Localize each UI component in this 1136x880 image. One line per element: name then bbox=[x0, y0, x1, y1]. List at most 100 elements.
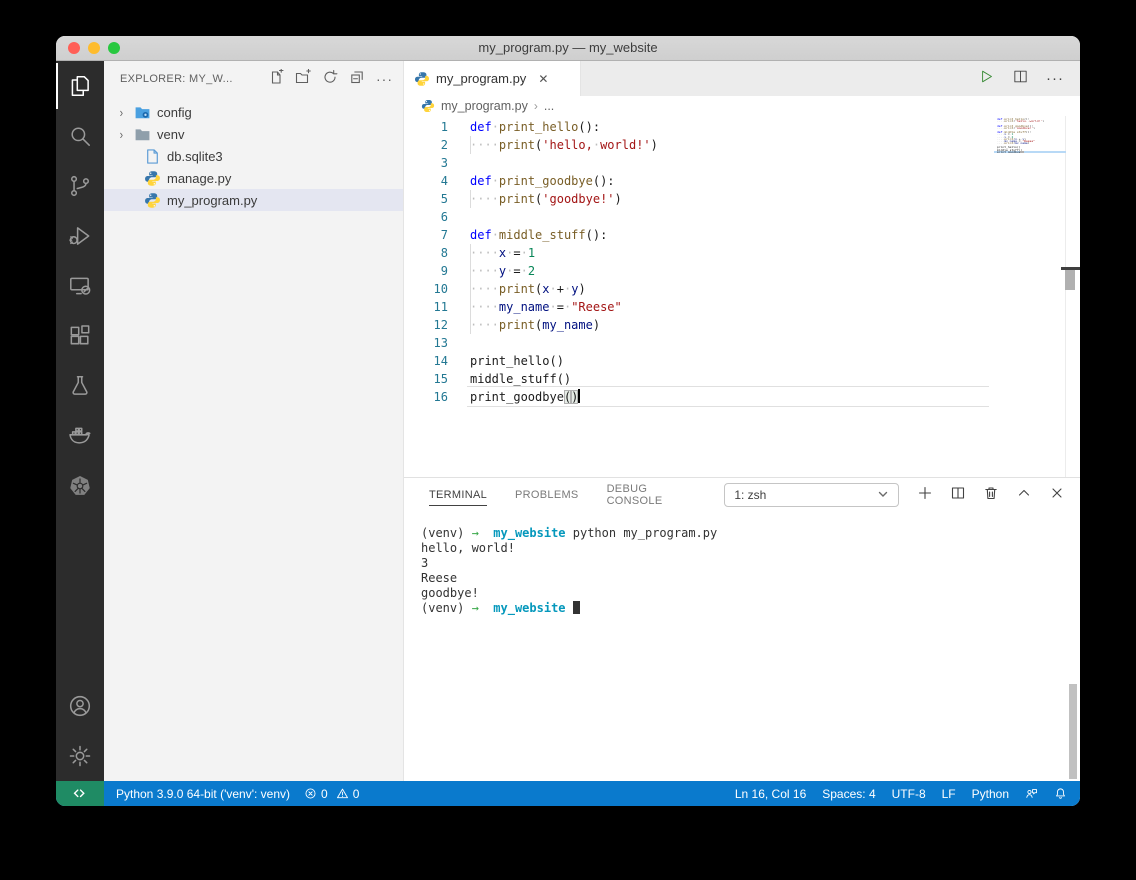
tab-my-program[interactable]: my_program.py ✕ bbox=[404, 61, 581, 96]
bell-icon bbox=[1056, 788, 1065, 799]
code-line-6[interactable]: 6 bbox=[404, 208, 1080, 226]
terminal-scrollbar[interactable] bbox=[1069, 684, 1077, 779]
code-line-12[interactable]: 12 ····print(my_name) bbox=[404, 316, 1080, 334]
activity-kubernetes[interactable] bbox=[56, 461, 104, 511]
warning-count: 0 bbox=[352, 786, 360, 801]
activity-account[interactable] bbox=[56, 681, 104, 731]
editor-more-actions-button[interactable]: ··· bbox=[1046, 70, 1064, 87]
line-number: 14 bbox=[433, 354, 448, 368]
error-icon bbox=[305, 788, 316, 799]
terminal-output[interactable]: (venv) → my_website python my_program.py… bbox=[404, 512, 1080, 781]
explorer-sidebar: EXPLORER: MY_W... ··· › config › venv db.sql… bbox=[104, 61, 404, 781]
code-line-13[interactable]: 13 bbox=[404, 334, 1080, 352]
collapse-all-icon bbox=[351, 70, 363, 83]
line-number: 13 bbox=[433, 336, 448, 350]
notifications-button[interactable] bbox=[1054, 787, 1067, 800]
activity-docker[interactable] bbox=[56, 411, 104, 461]
code-line-1[interactable]: 1 def·print_hello(): bbox=[404, 118, 1080, 136]
terminal-line: goodbye! bbox=[421, 586, 479, 600]
split-terminal-button[interactable] bbox=[950, 485, 966, 506]
eol-status[interactable]: LF bbox=[942, 787, 956, 801]
refresh-button[interactable] bbox=[322, 69, 338, 90]
new-file-button[interactable] bbox=[268, 67, 284, 90]
plus-icon bbox=[918, 486, 932, 499]
remote-icon bbox=[73, 788, 85, 797]
breadcrumb-file[interactable]: my_program.py bbox=[441, 99, 528, 113]
run-python-file-button[interactable] bbox=[978, 68, 995, 90]
folder-config-icon bbox=[134, 104, 151, 121]
minimap[interactable]: def·print_hello(): ····print('hello,·worl… bbox=[994, 118, 1066, 153]
line-number: 6 bbox=[440, 210, 448, 224]
panel-tab-problems[interactable]: PROBLEMS bbox=[515, 485, 579, 505]
code-line-8[interactable]: 8 ····x·=·1 bbox=[404, 244, 1080, 262]
titlebar[interactable]: my_program.py — my_website bbox=[56, 36, 1080, 61]
activity-search[interactable] bbox=[56, 111, 104, 161]
encoding-status[interactable]: UTF-8 bbox=[892, 787, 926, 801]
activity-run-debug[interactable] bbox=[56, 211, 104, 261]
file-row-config[interactable]: › config bbox=[104, 101, 403, 123]
code-line-10[interactable]: 10 ····print(x·+·y) bbox=[404, 280, 1080, 298]
activity-explorer[interactable] bbox=[56, 61, 104, 111]
breadcrumb-more[interactable]: ... bbox=[544, 99, 554, 113]
code-line-7[interactable]: 7 def·middle_stuff(): bbox=[404, 226, 1080, 244]
file-row-venv[interactable]: › venv bbox=[104, 123, 403, 145]
new-folder-button[interactable] bbox=[295, 68, 311, 90]
activity-extensions[interactable] bbox=[56, 311, 104, 361]
editor-tab-bar: my_program.py ✕ ··· bbox=[404, 61, 1080, 96]
remote-indicator[interactable] bbox=[56, 781, 104, 806]
activity-remote-explorer[interactable] bbox=[56, 261, 104, 311]
line-number: 8 bbox=[440, 246, 448, 260]
file-row-db.sqlite3[interactable]: db.sqlite3 bbox=[104, 145, 403, 167]
collapse-folders-button[interactable] bbox=[349, 69, 365, 90]
file-row-my_program.py[interactable]: my_program.py bbox=[104, 189, 403, 211]
close-tab-icon[interactable]: ✕ bbox=[538, 72, 548, 86]
python-icon bbox=[144, 192, 161, 209]
new-terminal-button[interactable] bbox=[917, 485, 933, 506]
account-icon bbox=[69, 695, 91, 717]
close-panel-button[interactable] bbox=[1049, 485, 1065, 506]
code-editor[interactable]: 1 def·print_hello(): 2 ····print('hello,·wo… bbox=[404, 116, 1080, 477]
activity-source-control[interactable] bbox=[56, 161, 104, 211]
line-number: 16 bbox=[433, 390, 448, 404]
code-line-5[interactable]: 5 ····print('goodbye!') bbox=[404, 190, 1080, 208]
editor-scrollbar-slider[interactable] bbox=[1065, 270, 1075, 290]
indentation-status[interactable]: Spaces: 4 bbox=[822, 787, 875, 801]
kill-terminal-button[interactable] bbox=[983, 485, 999, 506]
play-icon bbox=[982, 70, 992, 82]
code-line-14[interactable]: 14 print_hello() bbox=[404, 352, 1080, 370]
code-line-4[interactable]: 4 def·print_goodbye(): bbox=[404, 172, 1080, 190]
code-line-15[interactable]: 15 middle_stuff() bbox=[404, 370, 1080, 388]
line-number: 4 bbox=[440, 174, 448, 188]
language-mode-status[interactable]: Python bbox=[972, 787, 1009, 801]
activity-settings[interactable] bbox=[56, 731, 104, 781]
problems-status[interactable]: 0 0 bbox=[304, 787, 359, 801]
kubernetes-icon bbox=[70, 476, 90, 495]
code-line-2[interactable]: 2 ····print('hello,·world!') bbox=[404, 136, 1080, 154]
code-line-3[interactable]: 3 bbox=[404, 154, 1080, 172]
terminal-cursor bbox=[572, 601, 580, 614]
file-row-manage.py[interactable]: manage.py bbox=[104, 167, 403, 189]
code-line-9[interactable]: 9 ····y·=·2 bbox=[404, 262, 1080, 280]
panel-tab-debug-console[interactable]: DEBUG CONSOLE bbox=[607, 479, 697, 511]
shell-select[interactable]: 1: zsh bbox=[724, 483, 899, 507]
file-tree: › config › venv db.sqlite3 manage.py my_progra… bbox=[104, 97, 403, 211]
breadcrumb[interactable]: my_program.py › ... bbox=[404, 96, 1080, 116]
chevron-right-icon[interactable]: › bbox=[120, 105, 133, 120]
maximize-panel-button[interactable] bbox=[1016, 485, 1032, 506]
chevron-right-icon[interactable]: › bbox=[120, 127, 133, 142]
feedback-button[interactable] bbox=[1025, 787, 1038, 800]
views-more-button[interactable]: ··· bbox=[376, 72, 393, 86]
explorer-title: EXPLORER: MY_W... bbox=[120, 73, 233, 85]
cursor-position-status[interactable]: Ln 16, Col 16 bbox=[735, 787, 806, 801]
python-interpreter-status[interactable]: Python 3.9.0 64-bit ('venv': venv) bbox=[116, 787, 290, 801]
bottom-panel: TERMINALPROBLEMSDEBUG CONSOLE 1: zsh ( bbox=[404, 477, 1080, 781]
code-line-11[interactable]: 11 ····my_name·=·"Reese" bbox=[404, 298, 1080, 316]
terminal-line: (venv) → my_website bbox=[421, 601, 1080, 616]
chevron-up-icon bbox=[1018, 489, 1030, 496]
code-line-16[interactable]: 16 print_goodbye() bbox=[404, 388, 1080, 406]
activity-testing[interactable] bbox=[56, 361, 104, 411]
panel-tab-terminal[interactable]: TERMINAL bbox=[429, 485, 488, 506]
python-icon bbox=[144, 170, 161, 187]
split-editor-button[interactable] bbox=[1012, 68, 1029, 90]
trash-icon bbox=[985, 486, 997, 499]
